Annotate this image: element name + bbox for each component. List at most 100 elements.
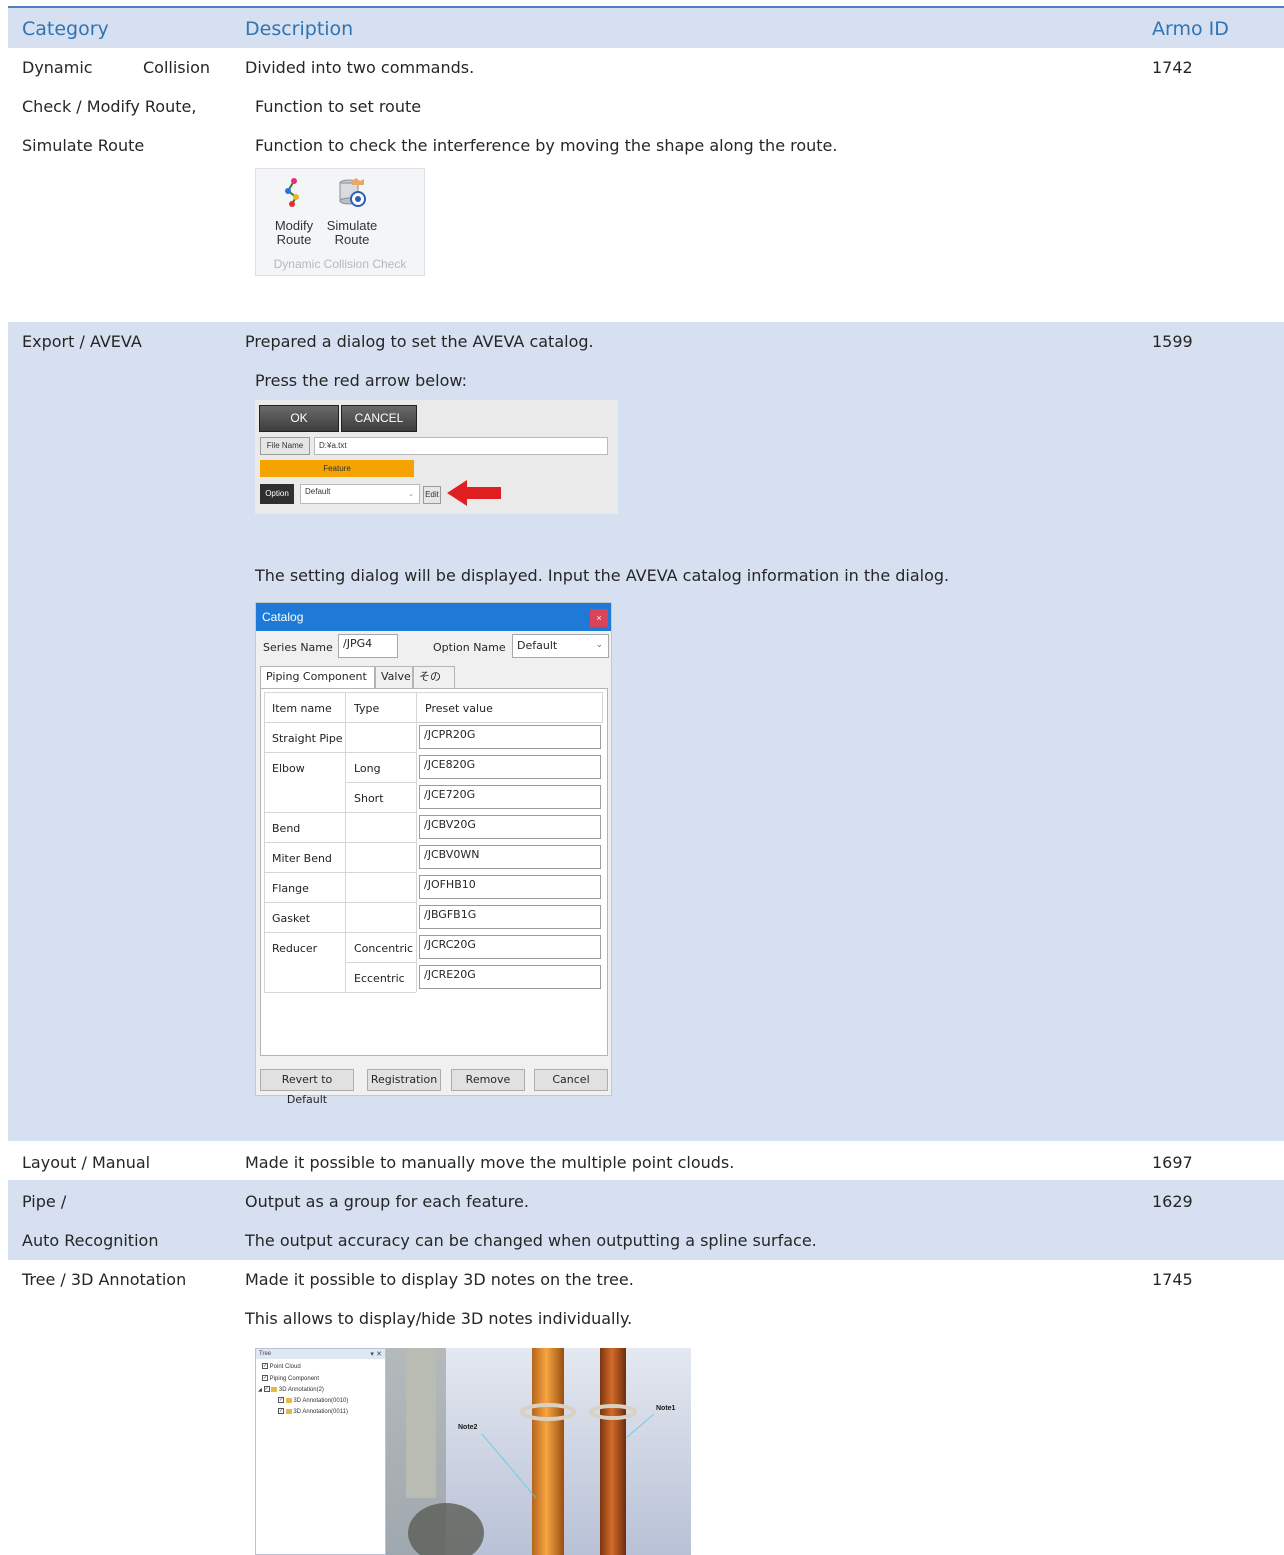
- preset-value-field[interactable]: /JCRE20G: [419, 965, 601, 989]
- grid-line: [264, 842, 416, 843]
- tree-item[interactable]: ✓ 3D Annotation(0010): [278, 1397, 348, 1405]
- chevron-down-icon: ⌄: [595, 640, 603, 650]
- item-type: Eccentric: [354, 972, 405, 985]
- grid-line: [264, 812, 416, 813]
- grid-line: [264, 902, 416, 903]
- category-text: Collision: [143, 58, 211, 77]
- registration-button[interactable]: Registration: [367, 1069, 441, 1091]
- preset-value-field[interactable]: /JBGFB1G: [419, 905, 601, 929]
- simulate-route-label: Route: [334, 232, 370, 247]
- column-header: Preset value: [425, 702, 493, 715]
- edit-button[interactable]: Edit: [423, 486, 441, 504]
- grid-line: [345, 962, 416, 963]
- option-name-select[interactable]: Default ⌄: [512, 634, 609, 658]
- armo-id: 1599: [1152, 332, 1193, 351]
- row-band: [8, 322, 1284, 1141]
- tree-item[interactable]: ✓ Piping Component: [262, 1375, 319, 1383]
- category-text: Dynamic: [22, 58, 93, 77]
- remove-button[interactable]: Remove: [451, 1069, 525, 1091]
- tree-item-label: 3D Annotation(0010): [293, 1398, 349, 1404]
- item-name: Reducer: [272, 942, 318, 955]
- tree-item[interactable]: ◢ ✓ 3D Annotation(2): [258, 1386, 324, 1394]
- category-text: Tree / 3D Annotation: [22, 1270, 187, 1289]
- description-text: Made it possible to display 3D notes on …: [245, 1270, 634, 1289]
- preset-value-field[interactable]: /JCE820G: [419, 755, 601, 779]
- category-text: Check / Modify Route,: [22, 97, 197, 116]
- simulate-route-icon: [336, 177, 368, 213]
- grid-line: [345, 782, 416, 783]
- close-icon[interactable]: ×: [590, 609, 608, 627]
- modify-route-button[interactable]: Modify Route: [270, 219, 318, 247]
- tab-piping-component[interactable]: Piping Component: [260, 666, 375, 688]
- red-arrow-icon: [447, 480, 501, 510]
- file-name-button[interactable]: File Name: [260, 437, 310, 455]
- feature-bar[interactable]: Feature: [260, 460, 414, 477]
- category-text: Simulate Route: [22, 136, 145, 155]
- description-text: Press the red arrow below:: [255, 371, 467, 390]
- tree-item-label: 3D Annotation(2): [278, 1387, 324, 1393]
- column-header: Item name: [272, 702, 332, 715]
- option-label: Option: [260, 484, 294, 504]
- preset-value-field[interactable]: /JOFHB10: [419, 875, 601, 899]
- revert-to-default-button[interactable]: Revert to Default: [260, 1069, 354, 1106]
- category-text: Auto Recognition: [22, 1231, 159, 1250]
- tree-item-label: 3D Annotation(0011): [293, 1409, 348, 1415]
- ok-button[interactable]: OK: [259, 405, 339, 432]
- preset-value-field[interactable]: /JCE720G: [419, 785, 601, 809]
- grid-line: [264, 992, 416, 993]
- chevron-down-icon: ⌄: [408, 491, 414, 498]
- tree-panel-title: Tree: [256, 1349, 385, 1359]
- option-select[interactable]: Default ⌄: [300, 484, 420, 504]
- preset-value-field[interactable]: /JCRC20G: [419, 935, 601, 959]
- checkbox-icon: ✓: [278, 1408, 284, 1415]
- item-name: Elbow: [272, 762, 305, 775]
- preset-value-field[interactable]: /JCBV20G: [419, 815, 601, 839]
- note-label: Note2: [458, 1424, 478, 1431]
- checkbox-icon: ✓: [278, 1397, 284, 1404]
- tree-panel: Tree ▾ ✕ ✓ Point Cloud ✓ Piping Componen…: [255, 1348, 386, 1555]
- item-name: Bend: [272, 822, 301, 835]
- grid-line: [264, 722, 603, 723]
- tree-item[interactable]: ✓ Point Cloud: [262, 1363, 301, 1371]
- preset-value-field[interactable]: /JCBV0WN: [419, 845, 601, 869]
- file-name-field[interactable]: D:¥a.txt: [314, 437, 608, 455]
- modify-route-icon: [282, 177, 308, 211]
- modify-route-label: Modify: [274, 218, 314, 233]
- point-cloud-scene: [386, 1348, 655, 1555]
- description-text: Divided into two commands.: [245, 58, 475, 77]
- tree-item[interactable]: ✓ 3D Annotation(0011): [278, 1408, 348, 1416]
- tree-item-label: Piping Component: [269, 1376, 320, 1382]
- grid-line: [416, 692, 417, 992]
- armo-id: 1629: [1152, 1192, 1193, 1211]
- header-armo-id: Armo ID: [1152, 18, 1229, 40]
- cancel-button[interactable]: CANCEL: [341, 405, 417, 432]
- description-text: This allows to display/hide 3D notes ind…: [245, 1309, 633, 1328]
- close-icon[interactable]: ▾ ✕: [370, 1349, 382, 1359]
- catalog-title: Catalog: [256, 603, 611, 631]
- category-text: Pipe /: [22, 1192, 67, 1211]
- description-text: Made it possible to manually move the mu…: [245, 1153, 735, 1172]
- preset-value-field[interactable]: /JCPR20G: [419, 725, 601, 749]
- option-name-label: Option Name: [433, 641, 506, 654]
- expand-icon[interactable]: ◢: [258, 1387, 262, 1393]
- tab-other[interactable]: その他: [413, 666, 455, 703]
- grid-line: [264, 932, 416, 933]
- simulate-route-button[interactable]: Simulate Route: [324, 219, 380, 247]
- description-text: The output accuracy can be changed when …: [245, 1231, 817, 1250]
- cancel-button[interactable]: Cancel: [534, 1069, 608, 1091]
- point-cloud-viewer: Note2 Note1: [386, 1348, 691, 1555]
- modify-route-label: Route: [276, 232, 312, 247]
- checkbox-icon: ✓: [262, 1375, 268, 1382]
- item-name: Flange: [272, 882, 309, 895]
- series-name-field[interactable]: /JPG4: [338, 634, 398, 658]
- category-text: Export / AVEVA: [22, 332, 142, 351]
- folder-icon: [285, 1397, 292, 1403]
- tree-item-label: Point Cloud: [269, 1364, 301, 1370]
- grid-line: [602, 692, 603, 722]
- description-text: Prepared a dialog to set the AVEVA catal…: [245, 332, 594, 351]
- armo-id: 1742: [1152, 58, 1193, 77]
- tab-valve[interactable]: Valve: [375, 666, 413, 688]
- armo-id: 1697: [1152, 1153, 1193, 1172]
- export-dialog: OK CANCEL File Name D:¥a.txt Feature Opt…: [255, 400, 618, 514]
- grid-line: [264, 872, 416, 873]
